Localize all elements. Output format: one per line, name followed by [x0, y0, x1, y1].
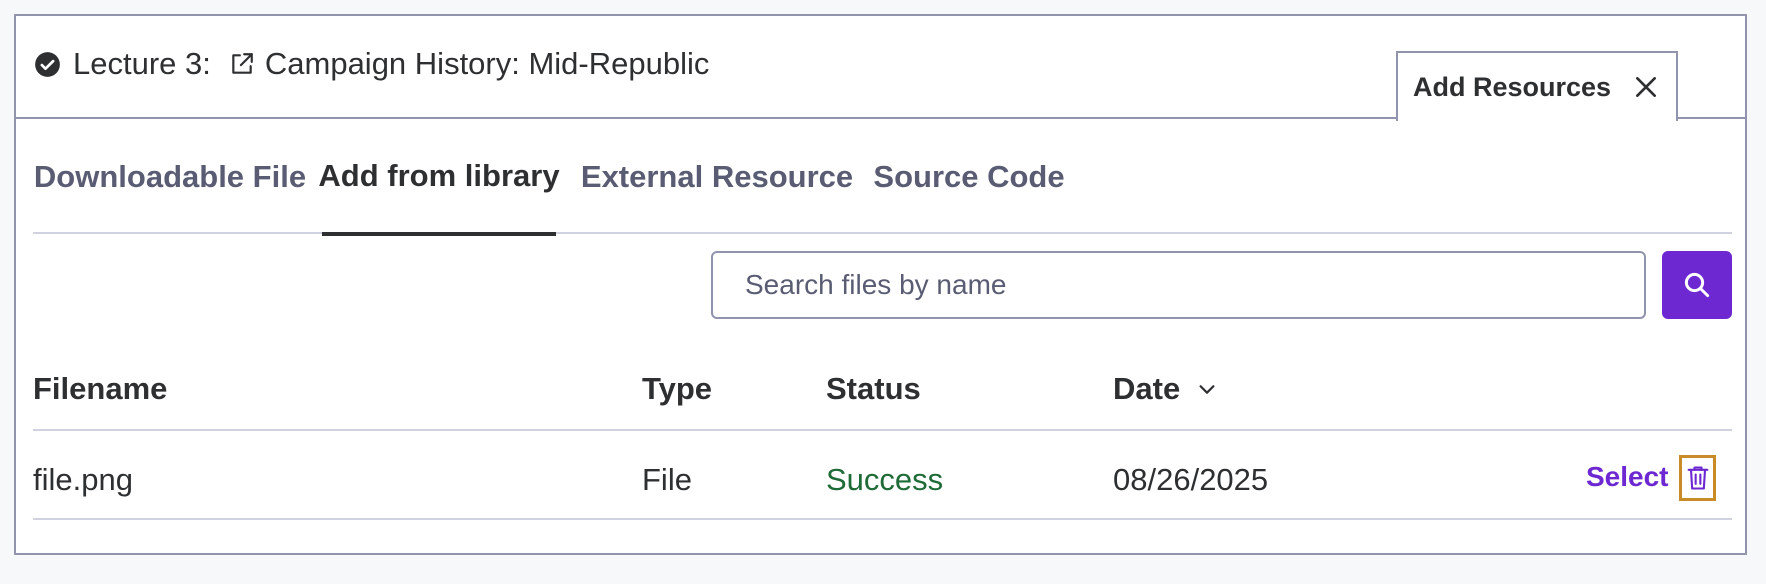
close-icon[interactable]	[1633, 74, 1659, 100]
tab-source-code[interactable]: Source Code	[873, 119, 1064, 234]
tab-downloadable-file[interactable]: Downloadable File	[34, 119, 306, 234]
add-resources-label: Add Resources	[1413, 71, 1612, 102]
resource-tabs: Downloadable File Add from library Exter…	[33, 119, 1732, 236]
lecture-label: Lecture 3:	[73, 46, 211, 81]
lecture-title[interactable]: Campaign History: Mid-Republic	[265, 46, 710, 82]
select-button[interactable]: Select	[1586, 461, 1669, 493]
cell-date: 08/26/2025	[1113, 462, 1269, 497]
search-icon	[1682, 270, 1712, 300]
delete-button[interactable]	[1679, 455, 1716, 501]
search-input[interactable]	[711, 251, 1646, 319]
external-link-icon[interactable]	[229, 51, 255, 77]
lecture-heading: Lecture 3: Campaign History: Mid-Republi…	[34, 46, 709, 82]
check-circle-icon	[34, 51, 61, 78]
trash-icon	[1686, 464, 1710, 492]
column-header-status: Status	[826, 371, 921, 406]
cell-status: Success	[826, 462, 944, 497]
tab-add-from-library[interactable]: Add from library	[318, 119, 560, 236]
tab-external-resource[interactable]: External Resource	[581, 119, 853, 234]
column-header-date-label: Date	[1113, 371, 1181, 406]
chevron-down-icon[interactable]	[1196, 378, 1218, 400]
add-resources-tab: Add Resources	[1396, 51, 1678, 121]
column-header-type: Type	[642, 371, 713, 406]
resources-panel: Lecture 3: Campaign History: Mid-Republi…	[14, 14, 1747, 555]
search-button[interactable]	[1662, 251, 1732, 319]
cell-type: File	[642, 462, 692, 497]
column-header-filename: Filename	[33, 371, 168, 406]
lecture-header: Lecture 3: Campaign History: Mid-Republi…	[16, 16, 1745, 121]
column-header-date[interactable]: Date	[1113, 371, 1218, 407]
row-divider	[33, 518, 1732, 520]
cell-filename: file.png	[33, 462, 133, 497]
header-divider	[33, 429, 1732, 431]
